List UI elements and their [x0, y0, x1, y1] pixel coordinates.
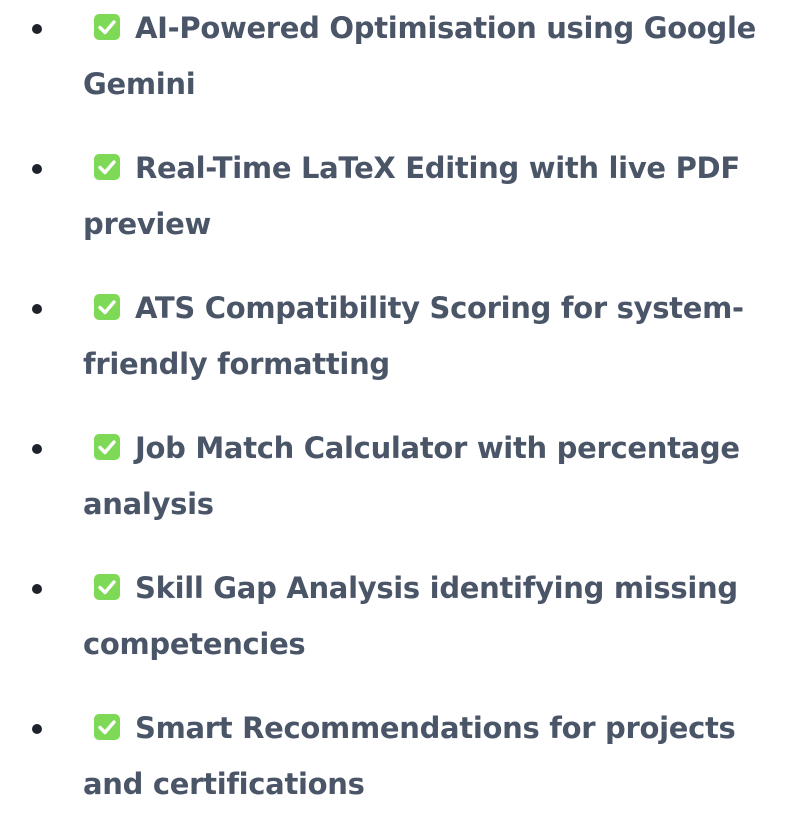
bullet-marker	[32, 24, 42, 34]
check-box-icon	[93, 13, 121, 41]
feature-text: Real-Time LaTeX Editing with live PDF pr…	[83, 151, 740, 241]
feature-text: ATS Compatibility Scoring for system-fri…	[83, 291, 744, 381]
feature-item: Smart Recommendations for projects and c…	[0, 700, 799, 812]
check-box-icon	[93, 713, 121, 741]
check-box-icon	[93, 573, 121, 601]
check-box-icon	[93, 293, 121, 321]
bullet-marker	[32, 164, 42, 174]
feature-text: Smart Recommendations for projects and c…	[83, 711, 736, 801]
feature-item: Skill Gap Analysis identifying missing c…	[0, 560, 799, 672]
bullet-marker	[32, 304, 42, 314]
bullet-marker	[32, 584, 42, 594]
bullet-marker	[32, 724, 42, 734]
feature-list: AI-Powered Optimisation using Google Gem…	[0, 0, 799, 840]
feature-item: Job Match Calculator with percentage ana…	[0, 420, 799, 532]
feature-text: Job Match Calculator with percentage ana…	[83, 431, 740, 521]
feature-text: Skill Gap Analysis identifying missing c…	[83, 571, 738, 661]
feature-item: ATS Compatibility Scoring for system-fri…	[0, 280, 799, 392]
feature-item: AI-Powered Optimisation using Google Gem…	[0, 0, 799, 112]
check-box-icon	[93, 153, 121, 181]
bullet-marker	[32, 444, 42, 454]
check-box-icon	[93, 433, 121, 461]
feature-item: Real-Time LaTeX Editing with live PDF pr…	[0, 140, 799, 252]
feature-text: AI-Powered Optimisation using Google Gem…	[83, 11, 756, 101]
